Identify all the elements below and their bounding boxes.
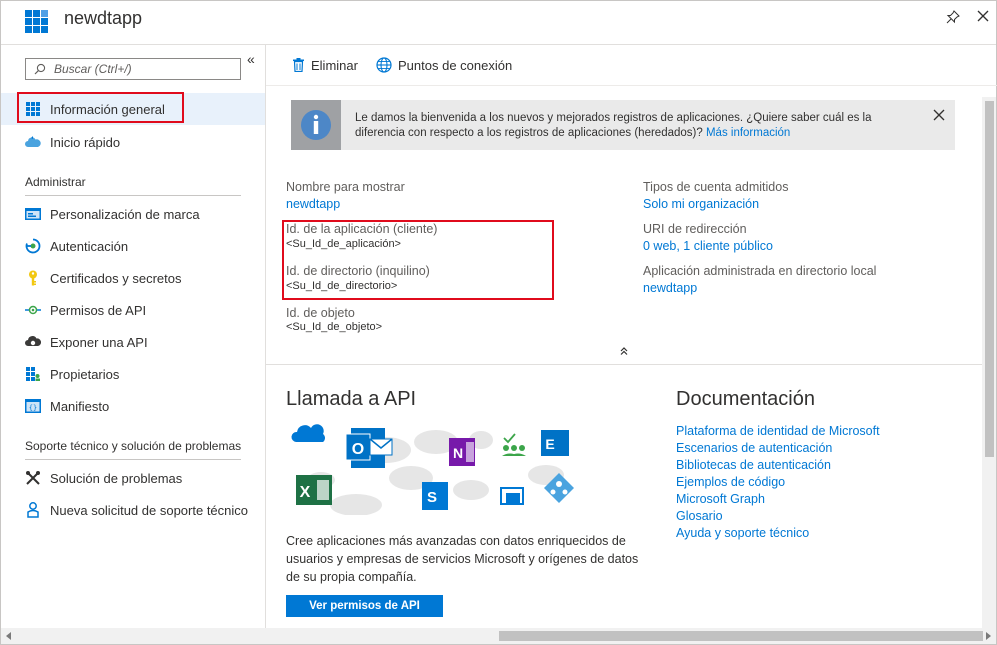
account-types-value[interactable]: Solo mi organización [643,197,759,211]
sidebar-item-label: Exponer una API [50,334,148,350]
sidebar-item-label: Personalización de marca [50,206,200,222]
toolbar-divider [266,85,997,86]
globe-icon [376,57,392,73]
delete-label: Eliminar [311,57,358,73]
sidebar-item-label: Certificados y secretos [50,270,182,286]
info-icon [291,100,341,150]
vertical-scrollbar[interactable] [982,97,996,628]
trash-icon [293,58,304,72]
vertical-scroll-thumb[interactable] [985,101,994,457]
svg-text:X: X [300,484,311,501]
owners-grid-icon [25,366,41,382]
services-illustration: O N E X S [291,424,574,515]
object-id-label: Id. de objeto [286,306,355,320]
sidebar-item-label: Inicio rápido [50,134,121,150]
sidebar-item-label: Propietarios [50,366,120,382]
api-description: Cree aplicaciones más avanzadas con dato… [286,534,639,584]
section-divider [25,459,241,460]
page-title: newdtapp [64,8,143,28]
doc-link[interactable]: Plataforma de identidad de Microsoft [676,424,880,438]
sidebar-item-label: Información general [50,101,165,117]
sidebar-item-expose-api[interactable]: Exponer una API [1,326,265,358]
api-section-title: Llamada a API [286,388,417,410]
cloud-expose-icon [25,334,41,350]
doc-link[interactable]: Microsoft Graph [676,492,765,506]
overview-grid-icon [25,101,41,117]
sidebar-item-new-support-request[interactable]: Nueva solicitud de soporte técnico [1,494,265,526]
pin-icon[interactable] [946,10,960,24]
sidebar-item-branding[interactable]: Personalización de marca [1,198,265,230]
endpoints-label: Puntos de conexión [398,57,513,73]
sidebar-item-api-permissions[interactable]: Permisos de API [1,294,265,326]
banner-close-icon[interactable] [932,108,946,122]
collapse-sidebar-icon[interactable]: « [247,52,255,66]
banner-message: Le damos la bienvenida a los nuevos y me… [355,111,915,141]
svg-text:S: S [427,489,437,506]
sidebar-item-quickstart[interactable]: Inicio rápido [1,126,265,158]
doc-link[interactable]: Ejemplos de código [676,475,785,489]
endpoints-button[interactable]: Puntos de conexión [376,55,512,75]
sidebar-item-overview[interactable]: Información general [1,93,265,125]
authentication-icon [25,238,41,254]
sidebar-item-label: Nueva solicitud de soporte técnico [50,502,249,518]
svg-text:O: O [352,441,364,458]
key-icon [25,270,41,286]
section-support: Soporte técnico y solución de problemas [25,439,242,453]
collapse-essentials-icon[interactable] [618,345,630,357]
redirect-uri-value[interactable]: 0 web, 1 cliente público [643,239,773,253]
info-banner: Le damos la bienvenida a los nuevos y me… [291,100,955,150]
section-divider [25,195,241,196]
section-manage: Administrar [25,175,86,189]
scroll-right-arrow-icon[interactable] [986,632,991,640]
svg-text:{}: {} [29,404,37,412]
blade-header: newdtapp [1,1,996,45]
doc-link[interactable]: Glosario [676,509,723,523]
redirect-uri-label: URI de redirección [643,222,747,236]
main-content: Eliminar Puntos de conexión Le damos la … [266,45,997,628]
more-info-link[interactable]: Más información [706,127,790,139]
view-api-permissions-button[interactable]: Ver permisos de API [286,595,443,617]
display-name-label: Nombre para mostrar [286,180,405,194]
highlight-box-ids [282,220,554,300]
search-icon [34,63,46,75]
search-box[interactable] [25,58,241,80]
scroll-left-arrow-icon[interactable] [6,632,11,640]
doc-link[interactable]: Bibliotecas de autenticación [676,458,831,472]
delete-button[interactable]: Eliminar [292,55,358,75]
sidebar-item-authentication[interactable]: Autenticación [1,230,265,262]
svg-text:N: N [453,445,463,461]
app-registration-icon [25,10,48,33]
sidebar-item-troubleshoot[interactable]: Solución de problemas [1,462,265,494]
branding-icon [25,206,41,222]
banner-text: Le damos la bienvenida a los nuevos y me… [355,112,872,139]
account-types-label: Tipos de cuenta admitidos [643,180,789,194]
object-id-value: <Su_Id_de_objeto> [286,321,383,333]
sidebar-item-label: Autenticación [50,238,129,254]
sidebar-item-certificates[interactable]: Certificados y secretos [1,262,265,294]
cloud-quickstart-icon [25,134,41,150]
managed-app-label: Aplicación administrada en directorio lo… [643,264,877,278]
sidebar-item-label: Permisos de API [50,302,147,318]
support-person-icon [25,502,41,518]
close-icon[interactable] [976,9,990,23]
manifest-icon: {} [25,398,41,414]
doc-link[interactable]: Escenarios de autenticación [676,441,832,455]
horizontal-scrollbar[interactable] [1,628,996,644]
sidebar-item-manifest[interactable]: {} Manifiesto [1,390,265,422]
sidebar-item-label: Solución de problemas [50,470,183,486]
sidebar-item-owners[interactable]: Propietarios [1,358,265,390]
search-input[interactable] [54,61,234,77]
doc-link[interactable]: Ayuda y soporte técnico [676,526,809,540]
horizontal-scroll-thumb[interactable] [499,631,983,641]
sidebar-item-label: Manifiesto [50,398,110,414]
tools-icon [25,470,41,486]
section-divider [266,364,982,365]
sidebar: « Información general Inicio rápido Admi… [1,45,266,628]
managed-app-value[interactable]: newdtapp [643,281,697,295]
docs-section-title: Documentación [676,388,815,410]
app-window: newdtapp « Información general [0,0,997,645]
display-name-value[interactable]: newdtapp [286,197,340,211]
svg-text:E: E [545,436,554,452]
api-permissions-icon [25,302,41,318]
